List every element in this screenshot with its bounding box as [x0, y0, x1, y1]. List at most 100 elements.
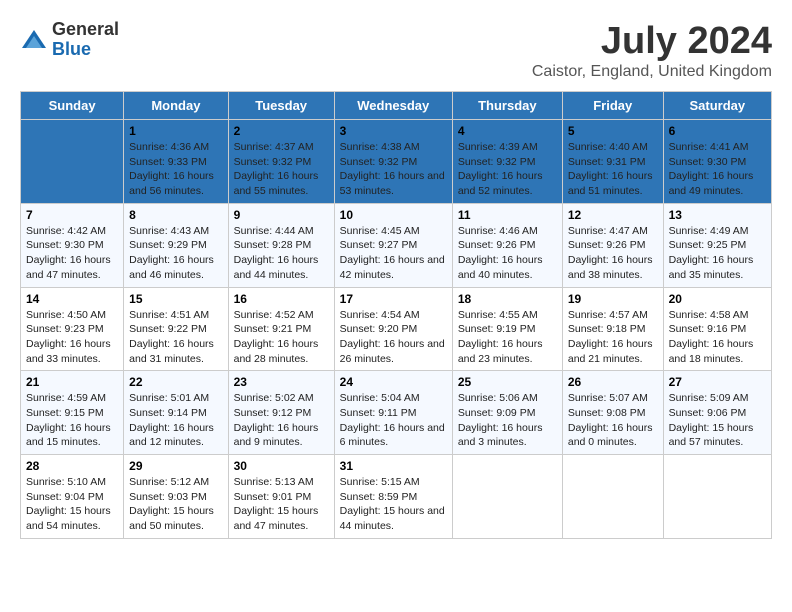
- day-info: Sunrise: 4:57 AMSunset: 9:18 PMDaylight:…: [568, 309, 653, 365]
- day-number: 30: [234, 459, 329, 473]
- week-row-1: 1Sunrise: 4:36 AMSunset: 9:33 PMDaylight…: [21, 120, 772, 204]
- day-number: 22: [129, 375, 222, 389]
- col-saturday: Saturday: [663, 92, 771, 120]
- day-number: 19: [568, 292, 658, 306]
- cell-w5-d3: 30 Sunrise: 5:13 AMSunset: 9:01 PMDayligh…: [228, 455, 334, 539]
- cell-w2-d1: 7 Sunrise: 4:42 AMSunset: 9:30 PMDaylight…: [21, 203, 124, 287]
- cell-w2-d4: 10Sunrise: 4:45 AMSunset: 9:27 PMDayligh…: [334, 203, 452, 287]
- col-friday: Friday: [562, 92, 663, 120]
- day-info: Sunrise: 4:45 AMSunset: 9:27 PMDaylight:…: [340, 225, 445, 281]
- cell-w4-d5: 25 Sunrise: 5:06 AMSunset: 9:09 PMDayligh…: [452, 371, 562, 455]
- day-info: Sunrise: 4:43 AMSunset: 9:29 PMDaylight:…: [129, 225, 214, 281]
- day-info: Sunrise: 5:10 AMSunset: 9:04 PMDaylight:…: [26, 476, 111, 532]
- day-info: Sunrise: 4:49 AMSunset: 9:25 PMDaylight:…: [669, 225, 754, 281]
- cell-w3-d6: 19 Sunrise: 4:57 AMSunset: 9:18 PMDayligh…: [562, 287, 663, 371]
- day-info: Sunrise: 5:04 AMSunset: 9:11 PMDaylight:…: [340, 392, 445, 448]
- cell-w5-d5: [452, 455, 562, 539]
- subtitle: Caistor, England, United Kingdom: [532, 63, 772, 81]
- day-info: Sunrise: 5:15 AMSunset: 8:59 PMDaylight:…: [340, 476, 445, 532]
- day-number: 25: [458, 375, 557, 389]
- day-number: 24: [340, 375, 447, 389]
- cell-w4-d6: 26Sunrise: 5:07 AMSunset: 9:08 PMDayligh…: [562, 371, 663, 455]
- cell-w3-d2: 15 Sunrise: 4:51 AMSunset: 9:22 PMDayligh…: [124, 287, 228, 371]
- cell-w3-d3: 16 Sunrise: 4:52 AMSunset: 9:21 PMDayligh…: [228, 287, 334, 371]
- day-info: Sunrise: 4:46 AMSunset: 9:26 PMDaylight:…: [458, 225, 543, 281]
- day-info: Sunrise: 5:07 AMSunset: 9:08 PMDaylight:…: [568, 392, 653, 448]
- cell-w4-d1: 21Sunrise: 4:59 AMSunset: 9:15 PMDayligh…: [21, 371, 124, 455]
- day-info: Sunrise: 4:40 AMSunset: 9:31 PMDaylight:…: [568, 141, 653, 197]
- cell-w4-d7: 27 Sunrise: 5:09 AMSunset: 9:06 PMDayligh…: [663, 371, 771, 455]
- day-number: 1: [129, 124, 222, 138]
- cell-w1-d5: 4 Sunrise: 4:39 AMSunset: 9:32 PMDaylight…: [452, 120, 562, 204]
- cell-w3-d5: 18 Sunrise: 4:55 AMSunset: 9:19 PMDayligh…: [452, 287, 562, 371]
- day-number: 6: [669, 124, 766, 138]
- col-tuesday: Tuesday: [228, 92, 334, 120]
- day-number: 27: [669, 375, 766, 389]
- day-info: Sunrise: 4:37 AMSunset: 9:32 PMDaylight:…: [234, 141, 319, 197]
- day-number: 20: [669, 292, 766, 306]
- cell-w4-d3: 23Sunrise: 5:02 AMSunset: 9:12 PMDayligh…: [228, 371, 334, 455]
- day-info: Sunrise: 4:47 AMSunset: 9:26 PMDaylight:…: [568, 225, 653, 281]
- day-number: 13: [669, 208, 766, 222]
- col-sunday: Sunday: [21, 92, 124, 120]
- cell-w1-d2: 1Sunrise: 4:36 AMSunset: 9:33 PMDaylight…: [124, 120, 228, 204]
- cell-w1-d6: 5 Sunrise: 4:40 AMSunset: 9:31 PMDaylight…: [562, 120, 663, 204]
- day-info: Sunrise: 4:44 AMSunset: 9:28 PMDaylight:…: [234, 225, 319, 281]
- calendar-table: Sunday Monday Tuesday Wednesday Thursday…: [20, 91, 772, 539]
- day-info: Sunrise: 4:39 AMSunset: 9:32 PMDaylight:…: [458, 141, 543, 197]
- week-row-4: 21Sunrise: 4:59 AMSunset: 9:15 PMDayligh…: [21, 371, 772, 455]
- logo-icon: [20, 26, 48, 54]
- cell-w2-d5: 11 Sunrise: 4:46 AMSunset: 9:26 PMDayligh…: [452, 203, 562, 287]
- day-number: 29: [129, 459, 222, 473]
- week-row-2: 7 Sunrise: 4:42 AMSunset: 9:30 PMDaylight…: [21, 203, 772, 287]
- day-number: 12: [568, 208, 658, 222]
- col-wednesday: Wednesday: [334, 92, 452, 120]
- cell-w5-d4: 31 Sunrise: 5:15 AMSunset: 8:59 PMDayligh…: [334, 455, 452, 539]
- day-info: Sunrise: 4:42 AMSunset: 9:30 PMDaylight:…: [26, 225, 111, 281]
- cell-w2-d2: 8 Sunrise: 4:43 AMSunset: 9:29 PMDaylight…: [124, 203, 228, 287]
- week-row-3: 14Sunrise: 4:50 AMSunset: 9:23 PMDayligh…: [21, 287, 772, 371]
- day-info: Sunrise: 4:52 AMSunset: 9:21 PMDaylight:…: [234, 309, 319, 365]
- day-info: Sunrise: 4:50 AMSunset: 9:23 PMDaylight:…: [26, 309, 111, 365]
- day-number: 8: [129, 208, 222, 222]
- cell-w5-d6: [562, 455, 663, 539]
- col-thursday: Thursday: [452, 92, 562, 120]
- cell-w5-d2: 29Sunrise: 5:12 AMSunset: 9:03 PMDayligh…: [124, 455, 228, 539]
- column-header-row: Sunday Monday Tuesday Wednesday Thursday…: [21, 92, 772, 120]
- logo-general: General: [52, 20, 119, 40]
- day-info: Sunrise: 4:51 AMSunset: 9:22 PMDaylight:…: [129, 309, 214, 365]
- day-info: Sunrise: 4:41 AMSunset: 9:30 PMDaylight:…: [669, 141, 754, 197]
- day-number: 31: [340, 459, 447, 473]
- cell-w5-d7: [663, 455, 771, 539]
- cell-w4-d4: 24 Sunrise: 5:04 AMSunset: 9:11 PMDayligh…: [334, 371, 452, 455]
- day-info: Sunrise: 5:06 AMSunset: 9:09 PMDaylight:…: [458, 392, 543, 448]
- cell-w2-d6: 12 Sunrise: 4:47 AMSunset: 9:26 PMDayligh…: [562, 203, 663, 287]
- cell-w5-d1: 28 Sunrise: 5:10 AMSunset: 9:04 PMDayligh…: [21, 455, 124, 539]
- main-title: July 2024: [532, 20, 772, 63]
- day-number: 28: [26, 459, 118, 473]
- day-number: 4: [458, 124, 557, 138]
- title-section: July 2024 Caistor, England, United Kingd…: [532, 20, 772, 81]
- day-info: Sunrise: 4:55 AMSunset: 9:19 PMDaylight:…: [458, 309, 543, 365]
- day-info: Sunrise: 4:54 AMSunset: 9:20 PMDaylight:…: [340, 309, 445, 365]
- logo: General Blue: [20, 20, 119, 60]
- cell-w1-d1: [21, 120, 124, 204]
- cell-w3-d1: 14Sunrise: 4:50 AMSunset: 9:23 PMDayligh…: [21, 287, 124, 371]
- day-number: 11: [458, 208, 557, 222]
- day-info: Sunrise: 5:01 AMSunset: 9:14 PMDaylight:…: [129, 392, 214, 448]
- day-info: Sunrise: 5:09 AMSunset: 9:06 PMDaylight:…: [669, 392, 754, 448]
- day-number: 17: [340, 292, 447, 306]
- day-info: Sunrise: 5:02 AMSunset: 9:12 PMDaylight:…: [234, 392, 319, 448]
- day-number: 18: [458, 292, 557, 306]
- day-info: Sunrise: 4:58 AMSunset: 9:16 PMDaylight:…: [669, 309, 754, 365]
- day-number: 7: [26, 208, 118, 222]
- page-header: General Blue July 2024 Caistor, England,…: [20, 20, 772, 81]
- day-number: 16: [234, 292, 329, 306]
- day-info: Sunrise: 5:13 AMSunset: 9:01 PMDaylight:…: [234, 476, 319, 532]
- day-number: 5: [568, 124, 658, 138]
- day-number: 15: [129, 292, 222, 306]
- cell-w4-d2: 22 Sunrise: 5:01 AMSunset: 9:14 PMDayligh…: [124, 371, 228, 455]
- day-info: Sunrise: 4:59 AMSunset: 9:15 PMDaylight:…: [26, 392, 111, 448]
- day-info: Sunrise: 4:38 AMSunset: 9:32 PMDaylight:…: [340, 141, 445, 197]
- cell-w2-d7: 13 Sunrise: 4:49 AMSunset: 9:25 PMDayligh…: [663, 203, 771, 287]
